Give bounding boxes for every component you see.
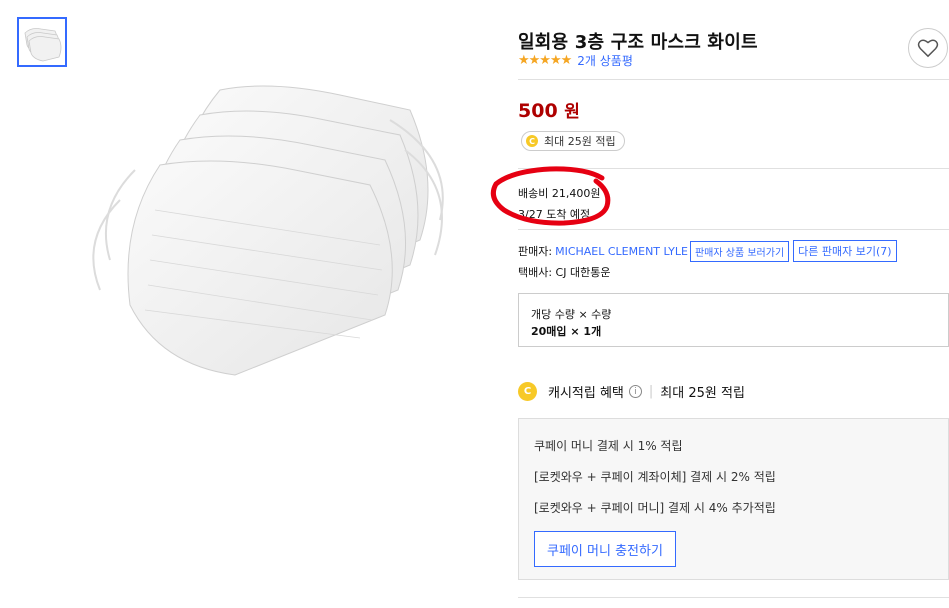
rating-stars: ★★★★★ (518, 53, 572, 68)
coupay-charge-button[interactable]: 쿠페이 머니 충전하기 (534, 531, 676, 567)
shipping-info: 배송비 21,400원 3/27 도착 예정 (518, 183, 600, 225)
option-header: 개당 수량 × 수량 (531, 308, 612, 321)
cash-benefit-amount: 최대 25원 적립 (660, 386, 745, 401)
divider (518, 79, 949, 80)
benefit-box: 쿠페이 머니 결제 시 1% 적립 [로켓와우 + 쿠페이 계좌이체] 결제 시… (518, 418, 949, 580)
seller-name-link[interactable]: MICHAEL CLEMENT LYLE (555, 245, 688, 258)
seller-products-button[interactable]: 판매자 상품 보러가기 (689, 240, 790, 262)
divider (518, 597, 949, 598)
product-rating: ★★★★★ 2개 상품평 (518, 52, 633, 69)
other-sellers-button[interactable]: 다른 판매자 보기(7) (793, 240, 897, 262)
benefit-line: 쿠페이 머니 결제 시 1% 적립 (534, 439, 683, 453)
arrival-date: 3/27 도착 예정 (518, 208, 591, 221)
reward-badge: C 최대 25원 적립 (521, 131, 625, 151)
product-info-panel: 일회용 3층 구조 마스크 화이트 ★★★★★ 2개 상품평 500 원 C 최… (490, 0, 949, 608)
product-main-image (60, 70, 460, 400)
courier-info: 택배사: CJ 대한통운 (518, 266, 611, 279)
price-unit: 원 (564, 102, 580, 122)
shipping-fee: 배송비 21,400원 (518, 187, 601, 200)
separator: | (648, 384, 654, 399)
cash-coin-icon: C (526, 135, 538, 147)
cash-benefit-row: C 캐시적립 혜택 i | 최대 25원 적립 (518, 382, 745, 401)
product-title: 일회용 3층 구조 마스크 화이트 (518, 32, 758, 53)
wishlist-button[interactable] (908, 28, 948, 68)
divider (518, 168, 949, 169)
benefit-line: [로켓와우 + 쿠페이 머니] 결제 시 4% 추가적립 (534, 501, 776, 515)
review-count-link[interactable]: 2개 상품평 (577, 52, 633, 69)
option-value: 20매입 × 1개 (531, 325, 602, 338)
divider (518, 229, 949, 230)
seller-row: 판매자: MICHAEL CLEMENT LYLE 판매자 상품 보러가기 다른… (518, 240, 897, 262)
seller-label: 판매자: (518, 245, 553, 258)
cash-benefit-label: 캐시적립 혜택 (548, 386, 624, 401)
info-circle-icon[interactable]: i (628, 385, 642, 398)
reward-badge-label: 최대 25원 적립 (544, 135, 616, 148)
heart-icon (917, 39, 939, 58)
product-thumbnail[interactable] (17, 17, 67, 67)
price-amount: 500 (518, 100, 558, 122)
product-price: 500 원 (518, 97, 580, 122)
cash-coin-icon: C (518, 382, 537, 401)
option-selector[interactable]: 개당 수량 × 수량 20매입 × 1개 (518, 293, 949, 347)
benefit-line: [로켓와우 + 쿠페이 계좌이체] 결제 시 2% 적립 (534, 470, 776, 484)
